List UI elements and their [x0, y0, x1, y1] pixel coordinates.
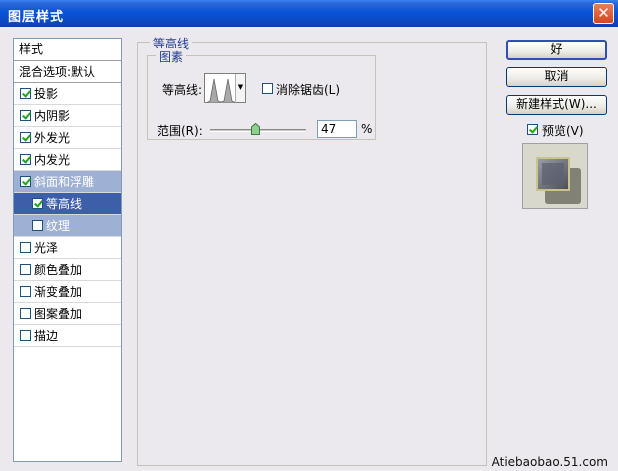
checkbox-icon[interactable]	[20, 154, 31, 165]
checkbox-icon[interactable]	[20, 330, 31, 341]
style-item-label: 内发光	[34, 153, 71, 167]
range-input[interactable]: 47	[317, 120, 357, 138]
style-item-label: 斜面和浮雕	[34, 175, 95, 189]
elements-group-title: 图素	[156, 48, 187, 65]
checkbox-icon[interactable]	[20, 264, 31, 275]
style-item-inner-glow[interactable]: 内发光	[14, 149, 121, 171]
style-item-pattern-overlay[interactable]: 图案叠加	[14, 303, 121, 325]
style-item-label: 渐变叠加	[34, 285, 83, 299]
checkbox-icon[interactable]	[20, 286, 31, 297]
contour-label: 等高线:	[162, 83, 203, 97]
style-item-color-overlay[interactable]: 颜色叠加	[14, 259, 121, 281]
checkbox-icon[interactable]	[20, 132, 31, 143]
contour-group: 等高线 图素 等高线: ▼ 消除锯齿(L) 范围(R): 47 %	[137, 35, 487, 466]
style-item-label: 描边	[34, 329, 59, 343]
style-item-inner-shadow[interactable]: 内阴影	[14, 105, 121, 127]
preview-label[interactable]: 预览(V)	[542, 122, 584, 139]
range-unit: %	[361, 122, 373, 136]
style-list: 样式 混合选项:默认 投影 内阴影 外发光 内发光 斜面和浮雕 等高线 纹理 光…	[13, 38, 122, 462]
contour-picker[interactable]: ▼	[204, 73, 246, 103]
range-label: 范围(R):	[157, 124, 203, 138]
checkbox-icon[interactable]	[20, 88, 31, 99]
blend-options-item[interactable]: 混合选项:默认	[14, 61, 121, 83]
checkbox-icon[interactable]	[20, 176, 31, 187]
checkbox-icon[interactable]	[32, 220, 43, 231]
checkbox-icon[interactable]	[20, 308, 31, 319]
checkbox-icon[interactable]	[32, 198, 43, 209]
title-bar: 图层样式 ✕	[0, 0, 618, 27]
watermark: Atiebaobao.51.com	[491, 455, 608, 469]
style-item-satin[interactable]: 光泽	[14, 237, 121, 259]
antialias-checkbox[interactable]	[262, 83, 273, 94]
style-item-label: 内阴影	[34, 109, 71, 123]
window-title: 图层样式	[8, 10, 65, 25]
close-icon[interactable]: ✕	[593, 3, 614, 24]
style-preview	[522, 143, 588, 209]
style-item-label: 光泽	[34, 241, 59, 255]
style-item-drop-shadow[interactable]: 投影	[14, 83, 121, 105]
ok-button[interactable]: 好	[506, 40, 607, 60]
chevron-down-icon[interactable]: ▼	[235, 74, 245, 102]
preview-thumbnail	[523, 144, 587, 208]
style-item-label: 颜色叠加	[34, 263, 83, 277]
style-item-texture[interactable]: 纹理	[14, 215, 121, 237]
style-list-header[interactable]: 样式	[14, 39, 121, 61]
style-item-outer-glow[interactable]: 外发光	[14, 127, 121, 149]
antialias-label[interactable]: 消除锯齿(L)	[276, 81, 340, 98]
style-item-label: 投影	[34, 87, 59, 101]
contour-curve-icon	[206, 75, 236, 103]
style-item-stroke[interactable]: 描边	[14, 325, 121, 347]
checkbox-icon[interactable]	[20, 110, 31, 121]
elements-group: 图素 等高线: ▼ 消除锯齿(L) 范围(R): 47 %	[147, 48, 376, 140]
style-item-bevel-emboss[interactable]: 斜面和浮雕	[14, 171, 121, 193]
style-item-label: 图案叠加	[34, 307, 83, 321]
style-item-gradient-overlay[interactable]: 渐变叠加	[14, 281, 121, 303]
new-style-button[interactable]: 新建样式(W)...	[506, 95, 607, 115]
preview-checkbox[interactable]	[527, 124, 538, 135]
style-item-label: 纹理	[46, 219, 71, 233]
style-item-contour[interactable]: 等高线	[14, 193, 121, 215]
slider-thumb-icon[interactable]	[250, 123, 260, 135]
style-item-label: 等高线	[46, 197, 83, 211]
cancel-button[interactable]: 取消	[506, 67, 607, 87]
style-item-label: 外发光	[34, 131, 71, 145]
dialog-body: 样式 混合选项:默认 投影 内阴影 外发光 内发光 斜面和浮雕 等高线 纹理 光…	[0, 27, 618, 471]
checkbox-icon[interactable]	[20, 242, 31, 253]
